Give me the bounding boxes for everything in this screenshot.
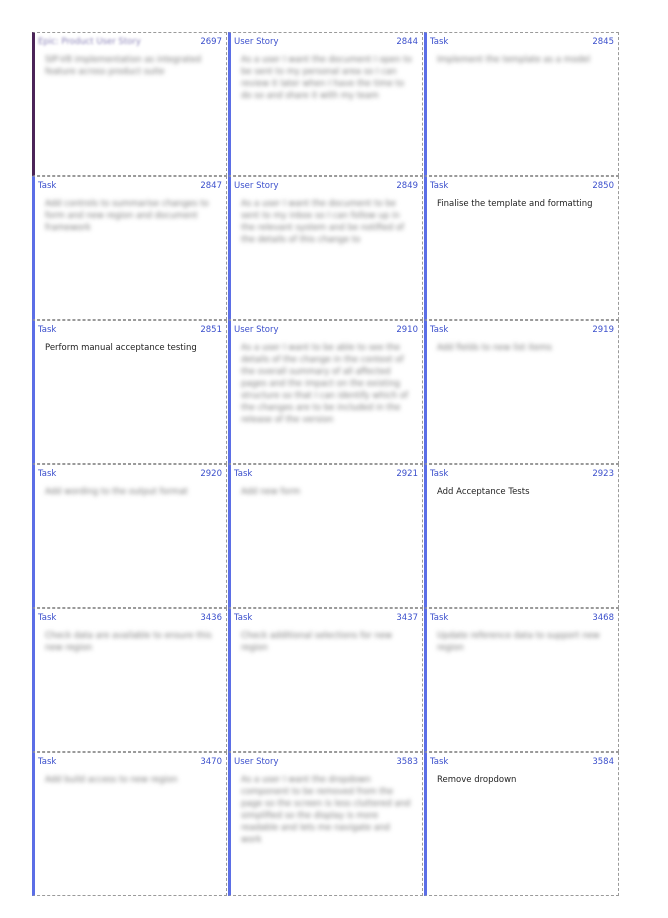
- card-title: As a user I want the document I open to …: [241, 55, 412, 101]
- card-title: Update reference data to support new reg…: [437, 631, 600, 653]
- card-type-label: Task: [234, 469, 253, 479]
- work-item-card[interactable]: Task 2850 Finalise the template and format…: [424, 176, 619, 320]
- card-id[interactable]: 2850: [592, 180, 614, 192]
- card-header: Task 2919: [427, 321, 618, 336]
- card-header: User Story 2910: [231, 321, 422, 336]
- card-title: Add wording to the output format: [45, 487, 188, 497]
- card-header: Epic: Product User Story 2697: [35, 33, 226, 48]
- card-header: User Story 3583: [231, 753, 422, 768]
- card-title: Add fields to new list items: [437, 343, 552, 353]
- card-header: Task 2845: [427, 33, 618, 48]
- work-item-card[interactable]: User Story 2844 As a user I want the docum…: [228, 32, 423, 176]
- card-title: Add controls to summarise changes to for…: [45, 199, 209, 233]
- card-id[interactable]: 2697: [200, 36, 222, 48]
- card-id[interactable]: 2910: [396, 324, 418, 336]
- card-type-label: Task: [430, 757, 449, 767]
- card-title: As a user I want the dropdown component …: [241, 775, 411, 845]
- card-header: Task 2850: [427, 177, 618, 192]
- card-title: Remove dropdown: [437, 775, 517, 785]
- card-type-label: Task: [430, 613, 449, 623]
- card-title: Check data are available to ensure this …: [45, 631, 212, 653]
- card-header: User Story 2849: [231, 177, 422, 192]
- card-id[interactable]: 3436: [200, 612, 222, 624]
- card-title: SIP-V8 implementation as integrated feat…: [45, 55, 202, 77]
- work-item-card[interactable]: Task 2920 Add wording to the output format: [32, 464, 227, 608]
- card-header: Task 2923: [427, 465, 618, 480]
- card-title: Add new form: [241, 487, 301, 497]
- work-item-card[interactable]: Epic: Product User Story 2697 SIP-V8 imple…: [32, 32, 227, 176]
- card-header: Task 3470: [35, 753, 226, 768]
- card-type-label: Task: [430, 37, 449, 47]
- card-grid: Epic: Product User Story 2697 SIP-V8 imple…: [32, 32, 620, 896]
- work-item-card[interactable]: Task 2851 Perform manual acceptance testin…: [32, 320, 227, 464]
- card-title: Add build access to new region: [45, 775, 178, 785]
- card-type-label: Task: [38, 469, 57, 479]
- work-item-card[interactable]: Task 2847 Add controls to summarise change…: [32, 176, 227, 320]
- card-header: User Story 2844: [231, 33, 422, 48]
- card-title: Finalise the template and formatting: [437, 199, 593, 209]
- work-item-card[interactable]: Task 2845 Implement the template as a mode…: [424, 32, 619, 176]
- card-id[interactable]: 2847: [200, 180, 222, 192]
- card-type-label: Epic: Product User Story: [38, 37, 141, 47]
- card-title: As a user I want to be able to see the d…: [241, 343, 409, 425]
- card-type-label: User Story: [234, 325, 279, 335]
- card-title: Add Acceptance Tests: [437, 487, 530, 497]
- card-header: Task 3437: [231, 609, 422, 624]
- card-type-label: Task: [430, 181, 449, 191]
- card-id[interactable]: 3583: [396, 756, 418, 768]
- card-id[interactable]: 3470: [200, 756, 222, 768]
- work-item-card[interactable]: Task 3470 Add build access to new region: [32, 752, 227, 896]
- card-id[interactable]: 3468: [592, 612, 614, 624]
- card-header: Task 3584: [427, 753, 618, 768]
- card-id[interactable]: 2849: [396, 180, 418, 192]
- card-type-label: Task: [38, 181, 57, 191]
- work-item-card[interactable]: Task 3436 Check data are available to ensu…: [32, 608, 227, 752]
- work-item-card[interactable]: User Story 3583 As a user I want the dropd…: [228, 752, 423, 896]
- card-type-label: Task: [38, 325, 57, 335]
- card-header: Task 2921: [231, 465, 422, 480]
- card-header: Task 3436: [35, 609, 226, 624]
- card-id[interactable]: 2920: [200, 468, 222, 480]
- work-item-card[interactable]: Task 3437 Check additional selections for …: [228, 608, 423, 752]
- work-item-card[interactable]: Task 3584 Remove dropdown: [424, 752, 619, 896]
- card-header: Task 2851: [35, 321, 226, 336]
- card-type-label: User Story: [234, 181, 279, 191]
- card-id[interactable]: 2919: [592, 324, 614, 336]
- card-header: Task 2920: [35, 465, 226, 480]
- card-id[interactable]: 3584: [592, 756, 614, 768]
- card-type-label: Task: [430, 469, 449, 479]
- work-item-card[interactable]: User Story 2910 As a user I want to be abl…: [228, 320, 423, 464]
- card-type-label: Task: [38, 757, 57, 767]
- card-id[interactable]: 2921: [396, 468, 418, 480]
- card-type-label: Task: [430, 325, 449, 335]
- card-id[interactable]: 2923: [592, 468, 614, 480]
- card-id[interactable]: 3437: [396, 612, 418, 624]
- card-title: Implement the template as a model: [437, 55, 591, 65]
- card-id[interactable]: 2851: [200, 324, 222, 336]
- card-id[interactable]: 2845: [592, 36, 614, 48]
- card-id[interactable]: 2844: [396, 36, 418, 48]
- card-type-label: User Story: [234, 757, 279, 767]
- card-title: Perform manual acceptance testing: [45, 343, 197, 353]
- card-title: Check additional selections for new regi…: [241, 631, 393, 653]
- card-header: Task 3468: [427, 609, 618, 624]
- card-type-label: Task: [38, 613, 57, 623]
- card-type-label: User Story: [234, 37, 279, 47]
- work-item-card[interactable]: User Story 2849 As a user I want the docum…: [228, 176, 423, 320]
- work-item-card[interactable]: Task 2921 Add new form: [228, 464, 423, 608]
- work-item-card[interactable]: Task 3468 Update reference data to support…: [424, 608, 619, 752]
- card-title: As a user I want the document to be sent…: [241, 199, 405, 245]
- work-item-card[interactable]: Task 2923 Add Acceptance Tests: [424, 464, 619, 608]
- work-item-card[interactable]: Task 2919 Add fields to new list items: [424, 320, 619, 464]
- card-header: Task 2847: [35, 177, 226, 192]
- card-type-label: Task: [234, 613, 253, 623]
